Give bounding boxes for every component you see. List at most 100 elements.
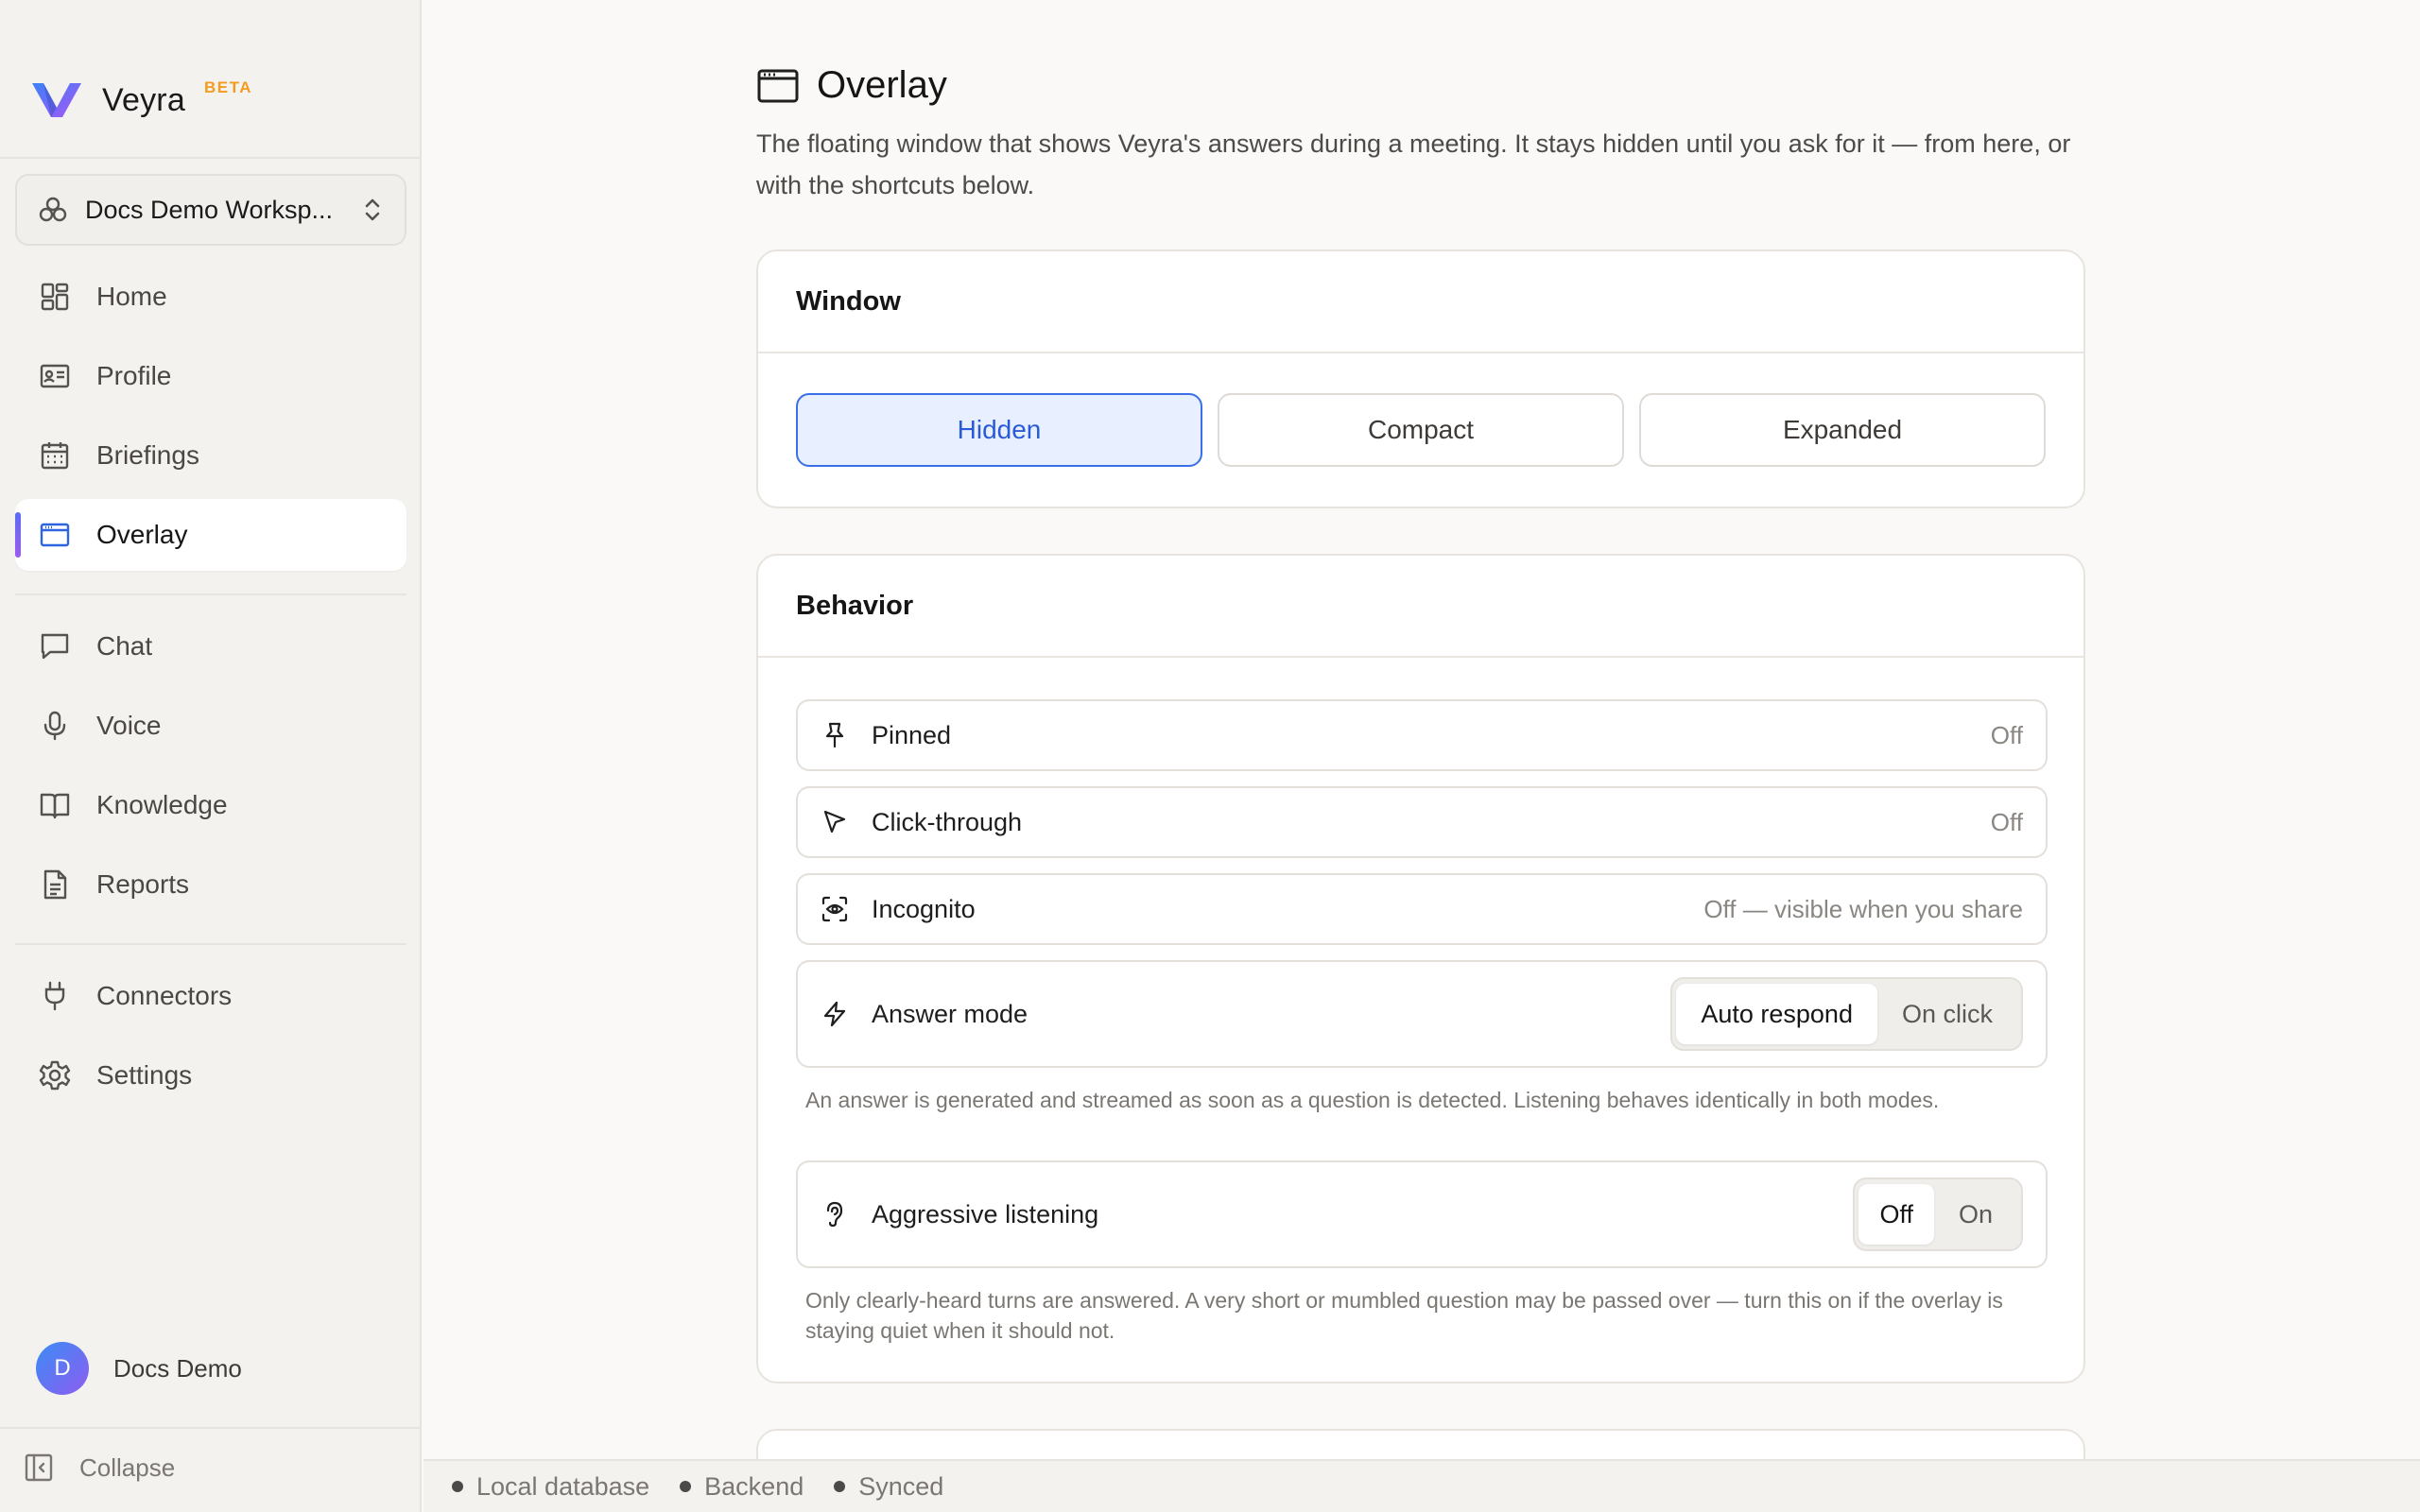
- page-header: Overlay: [756, 64, 947, 107]
- aggressive-listening-row: Aggressive listening Off On: [796, 1160, 2048, 1268]
- sidebar-item-overlay[interactable]: Overlay: [15, 499, 406, 571]
- cursor-icon: [823, 810, 846, 833]
- calendar-icon: [41, 442, 69, 470]
- sidebar-item-label: Settings: [96, 1060, 193, 1090]
- sidebar-item-chat[interactable]: Chat: [15, 610, 406, 682]
- pinned-label: Pinned: [872, 720, 952, 749]
- ear-icon: [826, 1201, 843, 1228]
- sidebar-item-label: Profile: [96, 361, 172, 390]
- incognito-label: Incognito: [872, 894, 976, 923]
- behavior-card: Behavior Pinned Off Click-through Off In…: [756, 554, 2085, 1383]
- grid-icon: [41, 283, 69, 311]
- pinned-value: Off: [1990, 720, 2023, 749]
- pin-icon: [825, 722, 844, 748]
- status-bar: Local database Backend Synced: [424, 1459, 2420, 1512]
- veyra-logo-icon: [32, 83, 81, 117]
- sidebar-item-briefings[interactable]: Briefings: [15, 420, 406, 491]
- sidebar-item-label: Briefings: [96, 440, 199, 470]
- window-mode-compact-button[interactable]: Compact: [1218, 393, 1624, 467]
- sidebar: Veyra BETA Docs Demo Worksp... Home Prof…: [0, 0, 422, 1512]
- sidebar-item-settings[interactable]: Settings: [15, 1040, 406, 1111]
- sidebar-collapse-icon: [25, 1453, 53, 1482]
- page-title: Overlay: [817, 64, 947, 106]
- answer-mode-row: Answer mode Auto respond On click: [796, 960, 2048, 1068]
- gear-icon: [39, 1060, 71, 1091]
- sidebar-item-profile[interactable]: Profile: [15, 340, 406, 412]
- chevron-up-down-icon: [365, 198, 380, 221]
- window-card-title: Window: [758, 251, 2083, 353]
- workspace-icon: [39, 197, 67, 222]
- microphone-icon: [43, 711, 66, 741]
- status-dot: [452, 1481, 463, 1492]
- aggressive-listening-on-option[interactable]: On: [1934, 1184, 2017, 1245]
- sidebar-item-reports[interactable]: Reports: [15, 849, 406, 920]
- sidebar-item-home[interactable]: Home: [15, 261, 406, 333]
- status-backend: Backend: [680, 1472, 804, 1502]
- sidebar-item-voice[interactable]: Voice: [15, 690, 406, 762]
- beta-badge: BETA: [203, 78, 252, 96]
- status-dot: [680, 1481, 692, 1492]
- sidebar-divider: [0, 1427, 422, 1429]
- sidebar-divider: [15, 593, 406, 595]
- answer-mode-auto-respond-option[interactable]: Auto respond: [1676, 984, 1877, 1044]
- nav-secondary: Chat Voice Knowledge Reports: [15, 610, 406, 928]
- window-card: Window Hidden Compact Expanded: [756, 249, 2085, 508]
- id-card-icon: [40, 364, 70, 388]
- aggressive-listening-label: Aggressive listening: [872, 1199, 1099, 1228]
- plug-icon: [44, 981, 65, 1011]
- nav-tertiary: Connectors Settings: [15, 960, 406, 1119]
- behavior-card-title: Behavior: [758, 556, 2083, 658]
- chat-icon: [41, 633, 69, 660]
- collapse-button[interactable]: Collapse: [23, 1452, 175, 1484]
- status-synced: Synced: [834, 1472, 943, 1502]
- incognito-row[interactable]: Incognito Off — visible when you share: [796, 873, 2048, 945]
- status-label: Backend: [704, 1471, 804, 1501]
- book-icon: [40, 793, 70, 819]
- document-icon: [43, 869, 67, 900]
- window-mode-selector: Hidden Compact Expanded: [796, 393, 2046, 467]
- answer-mode-toggle: Auto respond On click: [1670, 977, 2023, 1051]
- aggressive-listening-hint: Only clearly-heard turns are answered. A…: [805, 1288, 2003, 1343]
- sidebar-item-label: Overlay: [96, 520, 188, 549]
- avatar: D: [36, 1342, 89, 1395]
- answer-mode-hint: An answer is generated and streamed as s…: [805, 1088, 1940, 1112]
- incognito-value: Off — visible when you share: [1703, 894, 2023, 923]
- sidebar-divider: [15, 943, 406, 945]
- click-through-row[interactable]: Click-through Off: [796, 786, 2048, 858]
- window-mode-hidden-button[interactable]: Hidden: [796, 393, 1202, 467]
- window-icon: [757, 69, 799, 102]
- status-local-database: Local database: [452, 1472, 649, 1502]
- user-name: Docs Demo: [113, 1353, 242, 1383]
- sidebar-item-connectors[interactable]: Connectors: [15, 960, 406, 1032]
- lightning-icon: [823, 1001, 846, 1027]
- sidebar-item-label: Home: [96, 282, 167, 311]
- click-through-label: Click-through: [872, 807, 1023, 836]
- window-mode-expanded-button[interactable]: Expanded: [1639, 393, 2046, 467]
- page-description: The floating window that shows Veyra's a…: [756, 129, 2071, 199]
- click-through-value: Off: [1990, 807, 2023, 836]
- window-icon: [40, 523, 70, 547]
- sidebar-item-label: Connectors: [96, 981, 233, 1010]
- answer-mode-label: Answer mode: [872, 999, 1028, 1028]
- status-label: Synced: [858, 1471, 944, 1501]
- brand: Veyra BETA: [30, 78, 252, 121]
- aggressive-listening-off-option[interactable]: Off: [1858, 1184, 1934, 1245]
- sidebar-item-label: Chat: [96, 631, 153, 661]
- sidebar-item-label: Reports: [96, 869, 190, 899]
- sidebar-item-label: Voice: [96, 711, 162, 740]
- user-profile[interactable]: D Docs Demo: [36, 1342, 242, 1395]
- sidebar-divider: [0, 157, 422, 159]
- workspace-name: Docs Demo Worksp...: [85, 195, 334, 224]
- workspace-switcher[interactable]: Docs Demo Worksp...: [15, 174, 406, 246]
- nav-primary: Home Profile Briefings Overlay: [15, 261, 406, 578]
- status-dot: [834, 1481, 846, 1492]
- aggressive-listening-toggle: Off On: [1853, 1177, 2023, 1251]
- scan-eye-icon: [821, 896, 848, 922]
- pinned-row[interactable]: Pinned Off: [796, 699, 2048, 771]
- status-label: Local database: [476, 1471, 650, 1501]
- brand-name: Veyra: [102, 81, 185, 118]
- collapse-label: Collapse: [79, 1452, 176, 1482]
- sidebar-item-label: Knowledge: [96, 790, 228, 819]
- answer-mode-on-click-option[interactable]: On click: [1877, 984, 2017, 1044]
- sidebar-item-knowledge[interactable]: Knowledge: [15, 769, 406, 841]
